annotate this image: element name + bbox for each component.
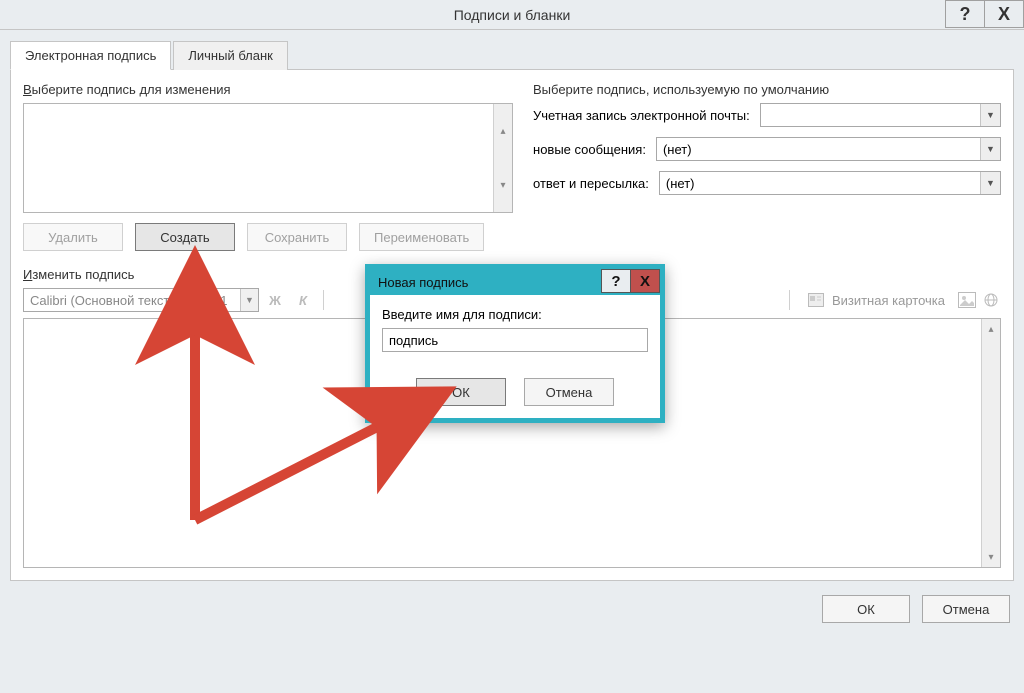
scroll-down-icon[interactable]: ▾	[494, 158, 512, 212]
font-size-value: 11	[214, 293, 228, 308]
image-icon[interactable]	[957, 290, 977, 310]
email-account-label: Учетная запись электронной почты:	[533, 108, 750, 123]
cancel-button[interactable]: Отмена	[922, 595, 1010, 623]
reply-forward-value: (нет)	[666, 176, 695, 191]
dialog-footer: ОК Отмена	[0, 581, 1024, 637]
business-card-label: Визитная карточка	[832, 293, 945, 308]
window-title: Подписи и бланки	[454, 7, 571, 23]
signature-name-label: Введите имя для подписи:	[382, 307, 648, 322]
ok-button[interactable]: ОК	[822, 595, 910, 623]
editor-scrollbar[interactable]: ▴ ▾	[981, 319, 1000, 567]
tab-email-signature[interactable]: Электронная подпись	[10, 41, 171, 70]
toolbar-separator	[789, 290, 790, 310]
rename-button: Переименовать	[359, 223, 484, 251]
dialog-title: Новая подпись	[378, 275, 468, 290]
link-icon[interactable]	[981, 290, 1001, 310]
new-messages-value: (нет)	[663, 142, 692, 157]
chevron-down-icon: ▼	[980, 172, 1000, 194]
help-button[interactable]: ?	[945, 0, 985, 28]
font-size-select[interactable]: 11 ▼	[207, 288, 259, 312]
signature-listbox[interactable]: ▴ ▾	[23, 103, 513, 213]
tab-personal-stationery[interactable]: Личный бланк	[173, 41, 288, 70]
new-signature-dialog: Новая подпись ? X Введите имя для подпис…	[365, 264, 665, 423]
dialog-close-button[interactable]: X	[630, 269, 660, 293]
chevron-down-icon: ▼	[980, 104, 1000, 126]
reply-forward-select[interactable]: (нет) ▼	[659, 171, 1001, 195]
dialog-help-button[interactable]: ?	[601, 269, 631, 293]
chevron-down-icon: ▼	[980, 138, 1000, 160]
signature-name-input[interactable]	[382, 328, 648, 352]
business-card-icon	[806, 290, 826, 310]
scroll-up-icon[interactable]: ▴	[494, 104, 512, 158]
window-titlebar: Подписи и бланки ? X	[0, 0, 1024, 30]
default-signature-label: Выберите подпись, используемую по умолча…	[533, 82, 1001, 97]
chevron-down-icon: ▼	[184, 289, 202, 311]
scroll-down-icon[interactable]: ▾	[982, 547, 1000, 567]
dialog-titlebar: Новая подпись ? X	[370, 269, 660, 295]
tab-bar: Электронная подпись Личный бланк	[10, 40, 1014, 70]
close-button[interactable]: X	[984, 0, 1024, 28]
toolbar-separator	[323, 290, 324, 310]
new-messages-label: новые сообщения:	[533, 142, 646, 157]
create-button[interactable]: Создать	[135, 223, 235, 251]
dialog-ok-button[interactable]: ОК	[416, 378, 506, 406]
reply-forward-label: ответ и пересылка:	[533, 176, 649, 191]
listbox-scrollbar[interactable]: ▴ ▾	[493, 104, 512, 212]
font-family-value: Calibri (Основной текст)	[30, 293, 174, 308]
dialog-cancel-button[interactable]: Отмена	[524, 378, 614, 406]
new-messages-select[interactable]: (нет) ▼	[656, 137, 1001, 161]
delete-button: Удалить	[23, 223, 123, 251]
select-signature-label: Выберите подпись для изменения	[23, 82, 513, 97]
bold-button[interactable]: Ж	[263, 288, 287, 312]
chevron-down-icon: ▼	[240, 289, 258, 311]
save-button: Сохранить	[247, 223, 347, 251]
email-account-select[interactable]: ▼	[760, 103, 1001, 127]
scroll-up-icon[interactable]: ▴	[982, 319, 1000, 339]
font-family-select[interactable]: Calibri (Основной текст) ▼	[23, 288, 203, 312]
business-card-button[interactable]: Визитная карточка	[798, 288, 953, 312]
italic-button[interactable]: К	[291, 288, 315, 312]
